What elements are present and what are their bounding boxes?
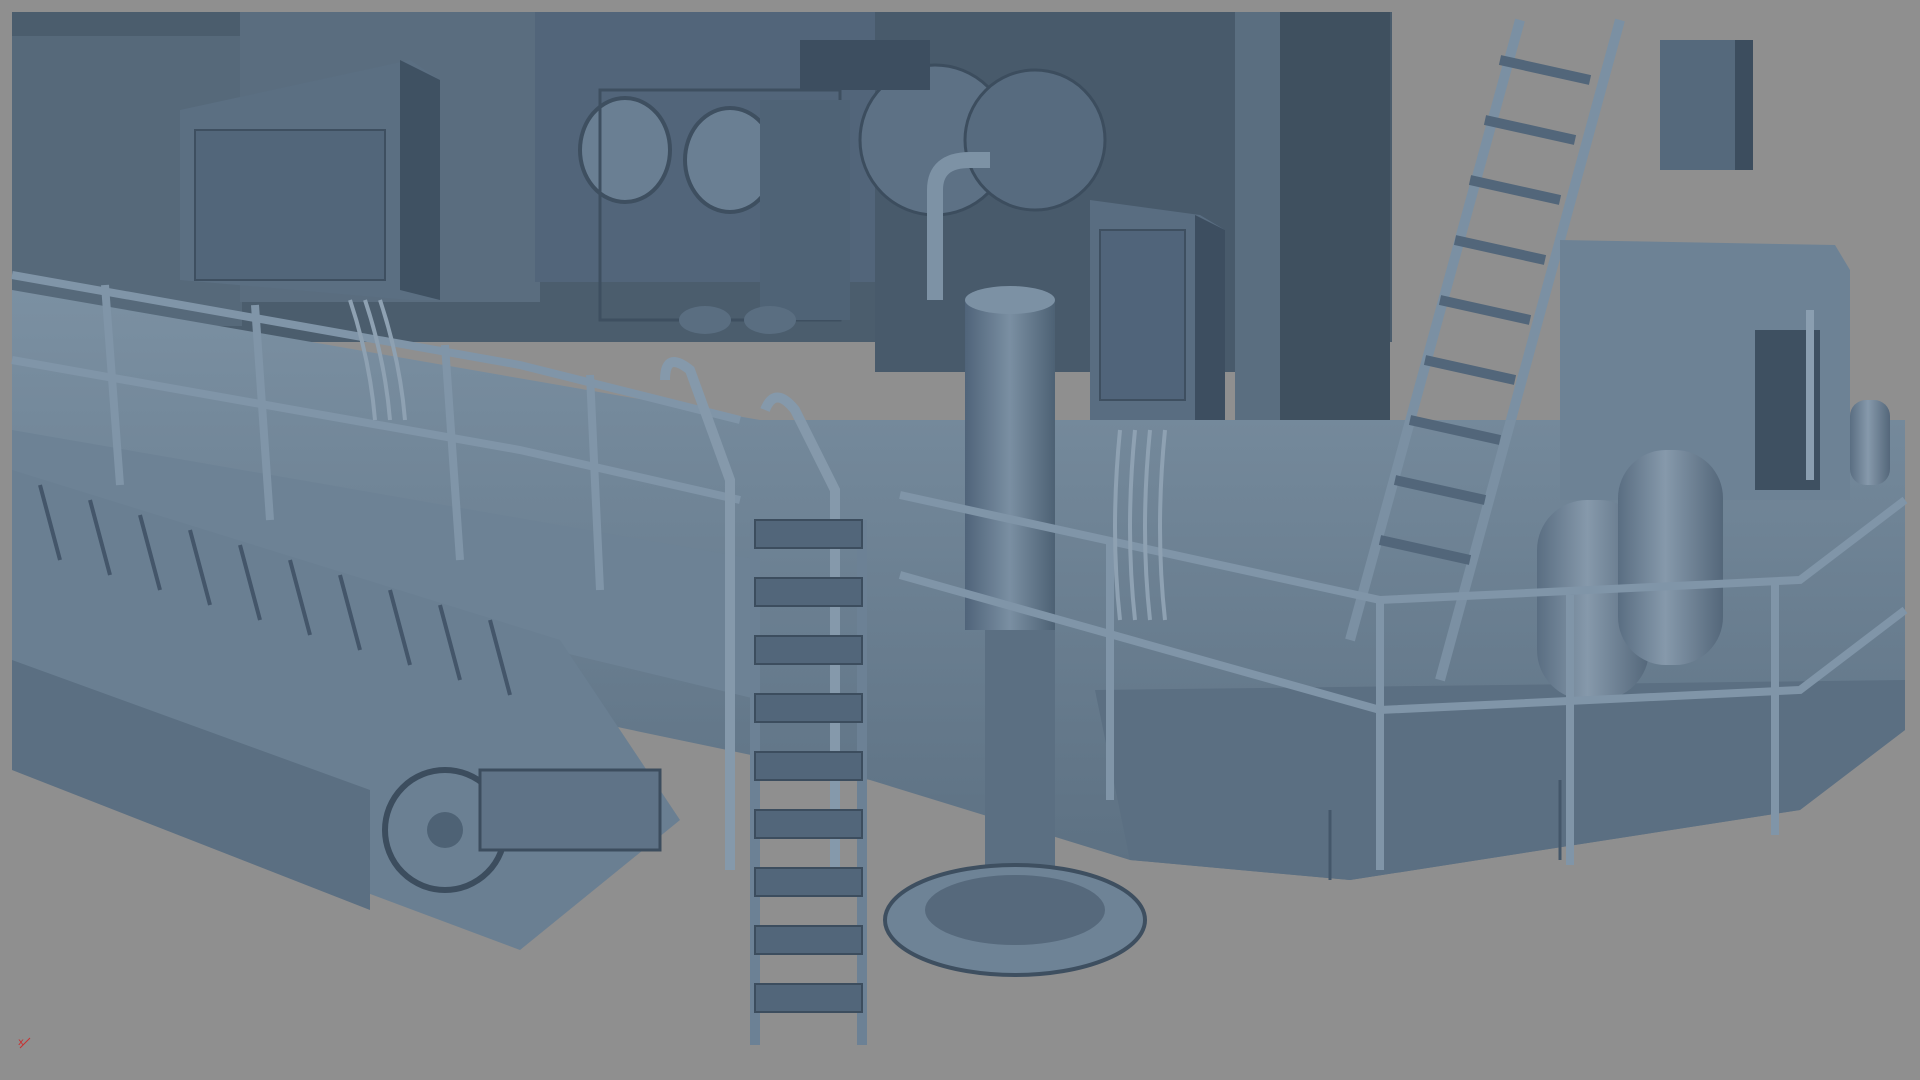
axis-label: x <box>18 1037 24 1048</box>
control-cabinet-far-right <box>1660 40 1753 170</box>
machinery-render[interactable] <box>0 0 1920 1080</box>
3d-viewport[interactable]: x <box>0 0 1920 1080</box>
control-cabinet-right <box>1090 200 1225 440</box>
